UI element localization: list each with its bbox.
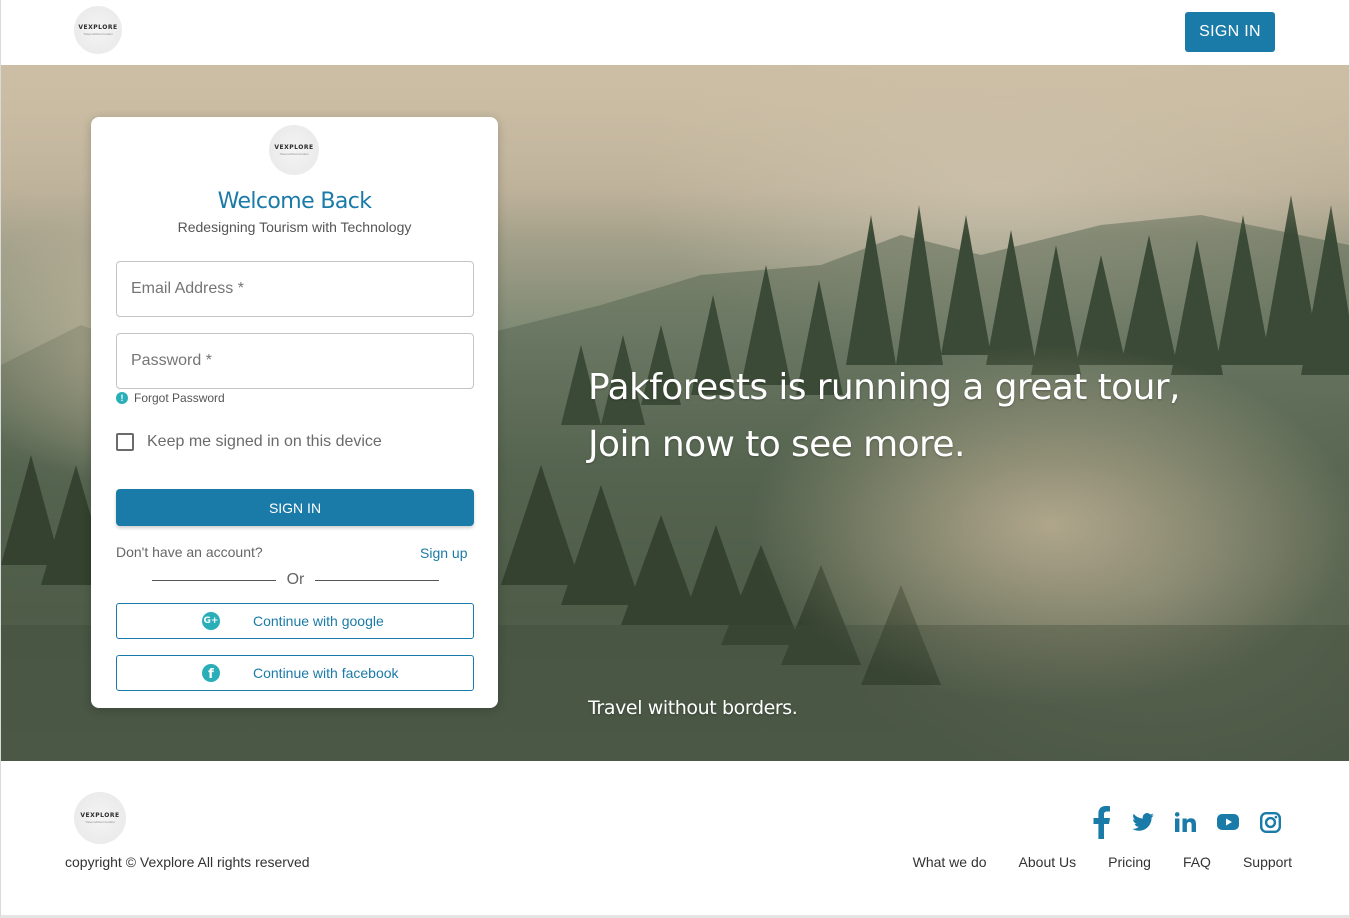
keep-signed-in-label: Keep me signed in on this device (147, 433, 382, 450)
email-input[interactable] (117, 262, 473, 316)
card-logo: VEXPLORE Travel without borders (269, 125, 319, 175)
header-logo[interactable]: VEXPLORE Travel without borders (74, 6, 122, 54)
signin-button[interactable]: SIGN IN (116, 489, 474, 526)
footer-link-what-we-do[interactable]: What we do (913, 854, 987, 870)
password-input[interactable] (117, 334, 473, 388)
header-signin-button[interactable]: SIGN IN (1185, 12, 1275, 52)
signup-link[interactable]: Sign up (420, 545, 467, 561)
hero-headline: Pakforests is running a great tour, Join… (588, 359, 1208, 473)
hero-headline-line2: Join now to see more. (588, 424, 965, 465)
logo-brand: VEXPLORE (274, 144, 314, 151)
no-account-text: Don't have an account? (116, 544, 263, 560)
keep-signed-in[interactable]: Keep me signed in on this device (116, 433, 382, 451)
social-icons (1089, 805, 1284, 839)
hero-headline-line1: Pakforests is running a great tour, (588, 367, 1180, 408)
top-header: VEXPLORE Travel without borders SIGN IN (1, 0, 1349, 65)
instagram-icon[interactable] (1258, 805, 1282, 839)
logo-brand: VEXPLORE (80, 812, 120, 819)
or-text: Or (286, 571, 305, 588)
logo-brand: VEXPLORE (78, 24, 118, 31)
twitter-icon[interactable] (1132, 805, 1154, 839)
forgot-password-label: Forgot Password (134, 391, 225, 405)
divider-line-right (315, 579, 439, 581)
copyright-text: copyright © Vexplore All rights reserved (65, 854, 310, 870)
keep-signed-in-checkbox[interactable] (116, 433, 134, 451)
page-footer: VEXPLORE Travel without borders copyrigh… (1, 761, 1349, 915)
footer-links: What we do About Us Pricing FAQ Support (881, 854, 1292, 870)
facebook-icon[interactable] (1089, 805, 1113, 839)
login-page: VEXPLORE Travel without borders SIGN IN (0, 0, 1350, 918)
login-subtitle: Redesigning Tourism with Technology (177, 219, 412, 235)
continue-with-google-button[interactable]: G+ Continue with google (116, 603, 474, 639)
logo-tagline: Travel without borders (83, 32, 113, 36)
footer-link-about-us[interactable]: About Us (1019, 854, 1077, 870)
footer-link-support[interactable]: Support (1243, 854, 1292, 870)
youtube-icon[interactable] (1216, 805, 1240, 839)
logo-tagline: Travel without borders (85, 820, 115, 824)
password-field (116, 333, 474, 389)
google-plus-icon: G+ (202, 612, 220, 630)
hero-tagline: Travel without borders. (588, 697, 798, 719)
login-title: Welcome Back (217, 189, 372, 214)
footer-link-faq[interactable]: FAQ (1183, 854, 1211, 870)
facebook-button-label: Continue with facebook (253, 665, 399, 681)
continue-with-facebook-button[interactable]: f Continue with facebook (116, 655, 474, 691)
info-icon: ! (116, 392, 128, 404)
login-card: VEXPLORE Travel without borders Welcome … (91, 117, 498, 708)
footer-link-pricing[interactable]: Pricing (1108, 854, 1151, 870)
email-field (116, 261, 474, 317)
divider-line-left (152, 579, 276, 581)
footer-logo[interactable]: VEXPLORE Travel without borders (74, 792, 126, 844)
facebook-icon: f (202, 664, 220, 682)
google-button-label: Continue with google (253, 613, 384, 629)
logo-tagline: Travel without borders (279, 152, 309, 156)
linkedin-icon[interactable] (1174, 805, 1196, 839)
or-divider: Or (152, 570, 439, 590)
forgot-password-link[interactable]: ! Forgot Password (116, 391, 225, 405)
